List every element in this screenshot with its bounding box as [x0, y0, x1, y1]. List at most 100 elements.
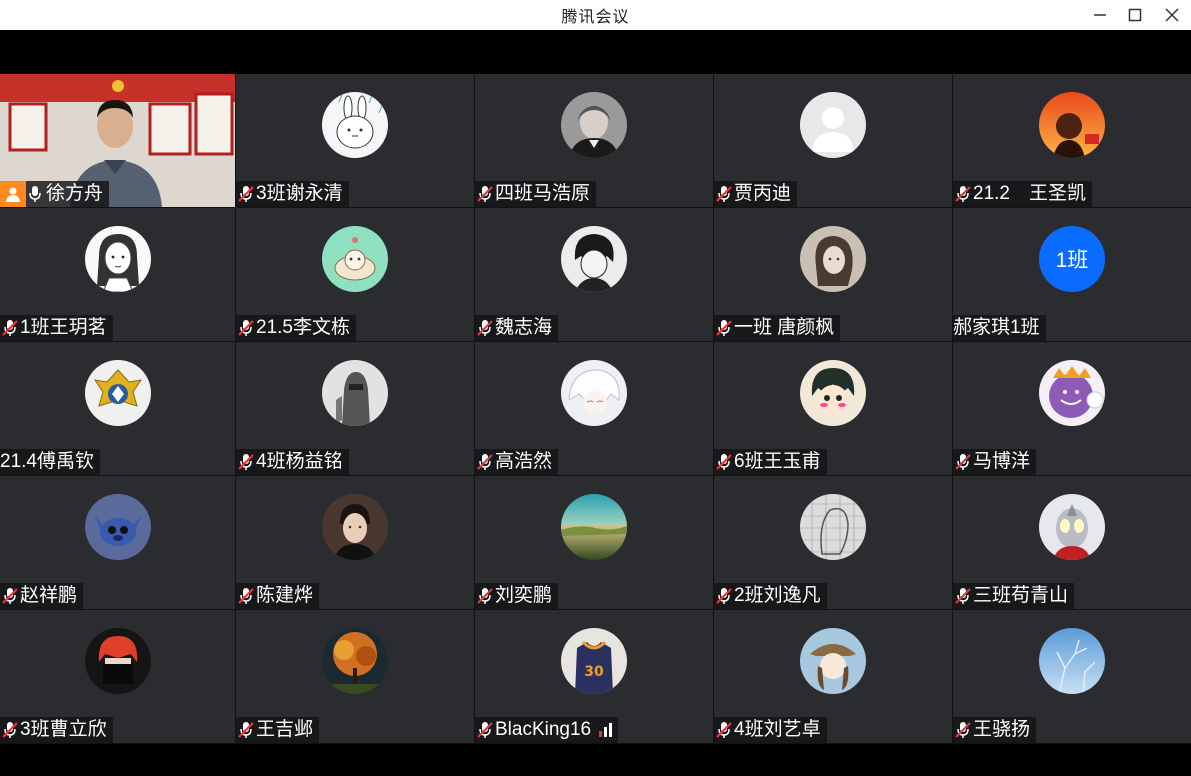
- participant-tile[interactable]: 魏志海: [475, 208, 713, 341]
- participant-name-bar: 高浩然: [475, 449, 559, 475]
- participant-name: 21.5李文栋: [256, 317, 350, 338]
- participant-tile[interactable]: 王吉邺: [236, 610, 474, 743]
- participant-tile[interactable]: 刘奕鹏: [475, 476, 713, 609]
- sky-tree-avatar: [1039, 628, 1105, 694]
- participant-tile[interactable]: 高浩然: [475, 342, 713, 475]
- blushing-anime-avatar: [800, 360, 866, 426]
- participant-tile[interactable]: 三班苟青山: [953, 476, 1191, 609]
- microphone-icon: [28, 185, 44, 203]
- sketch-girl-avatar: [84, 226, 151, 292]
- participant-tile[interactable]: 4班杨益铭: [236, 342, 474, 475]
- participant-name: 一班 唐颜枫: [734, 317, 835, 338]
- microphone-muted-icon: [955, 721, 971, 739]
- participant-name-bar: 3班曹立欣: [0, 717, 113, 743]
- participant-avatar: [1039, 92, 1105, 158]
- participant-name-bar: 贾丙迪: [714, 181, 798, 207]
- participant-tile[interactable]: 一班 唐颜枫: [714, 208, 952, 341]
- microphone-muted-icon: [2, 587, 18, 605]
- emblem-avatar: [84, 360, 151, 426]
- participant-tile[interactable]: 3班曹立欣: [0, 610, 235, 743]
- participant-name-bar: 马博洋: [953, 449, 1037, 475]
- microphone-muted-icon: [716, 320, 732, 336]
- hat-girl-avatar: [800, 628, 866, 694]
- purple-monster-avatar: [1039, 360, 1105, 426]
- maximize-button[interactable]: [1117, 0, 1153, 30]
- participant-tile[interactable]: 21.4傅禹钦: [0, 342, 235, 475]
- participant-avatar: [1039, 360, 1105, 426]
- portrait-photo-avatar: [561, 92, 627, 158]
- participant-tile[interactable]: 30 BlacKing16: [475, 610, 713, 743]
- microphone-muted-icon: [955, 588, 971, 604]
- participant-tile[interactable]: 4班刘艺卓: [714, 610, 952, 743]
- participant-name: 21.2 王圣凯: [973, 183, 1086, 204]
- participant-tile[interactable]: 徐方舟: [0, 74, 235, 207]
- microphone-muted-icon: [716, 319, 732, 337]
- participant-avatar: [561, 494, 627, 560]
- participant-avatar: [322, 360, 388, 426]
- participant-name: 2班刘逸凡: [734, 585, 821, 606]
- microphone-muted-icon: [238, 319, 254, 337]
- microphone-muted-icon: [955, 454, 971, 470]
- microphone-muted-icon: [716, 587, 732, 605]
- jersey-30-avatar: 30: [561, 628, 627, 694]
- participant-avatar: [84, 360, 151, 426]
- microphone-muted-icon: [955, 587, 971, 605]
- participant-tile[interactable]: 赵祥鹏: [0, 476, 235, 609]
- participant-name: 贾丙迪: [734, 183, 792, 204]
- microphone-muted-icon: [238, 186, 254, 202]
- microphone-muted-icon: [477, 721, 493, 739]
- microphone-muted-icon: [2, 722, 18, 738]
- participant-name: 刘奕鹏: [495, 585, 553, 606]
- participant-tile[interactable]: 1班王玥茗: [0, 208, 235, 341]
- participant-avatar: [322, 628, 388, 694]
- participant-tile[interactable]: 四班马浩原: [475, 74, 713, 207]
- participant-tile[interactable]: 21.5李文栋: [236, 208, 474, 341]
- participant-name: 6班王玉甫: [734, 451, 821, 472]
- participant-tile[interactable]: 6班王玉甫: [714, 342, 952, 475]
- participant-name-bar: 王骁扬: [953, 717, 1037, 743]
- microphone-muted-icon: [238, 721, 254, 739]
- participant-tile[interactable]: 王骁扬: [953, 610, 1191, 743]
- microphone-muted-icon: [477, 186, 493, 202]
- participant-name-bar: 21.5李文栋: [236, 315, 356, 341]
- microphone-muted-icon: [238, 722, 254, 738]
- participant-tile[interactable]: 21.2 王圣凯: [953, 74, 1191, 207]
- participant-name-bar: 四班马浩原: [475, 181, 597, 207]
- close-button[interactable]: [1154, 0, 1190, 30]
- microphone-muted-icon: [477, 587, 493, 605]
- participant-name-bar: 1班王玥茗: [0, 315, 113, 341]
- participant-name-bar: 三班苟青山: [953, 583, 1075, 609]
- participant-tile[interactable]: 贾丙迪: [714, 74, 952, 207]
- default-person-avatar: [800, 92, 866, 158]
- participant-name: 4班杨益铭: [256, 451, 343, 472]
- minimize-button[interactable]: [1082, 0, 1118, 30]
- participant-avatar: [800, 92, 866, 158]
- participant-name-bar: 3班谢永清: [236, 181, 349, 207]
- network-signal-icon: [599, 723, 613, 737]
- microphone-muted-icon: [477, 588, 493, 604]
- participant-avatar: [800, 360, 866, 426]
- participant-name-bar: 4班刘艺卓: [714, 717, 827, 743]
- shell-cartoon-avatar: [322, 226, 388, 292]
- participant-name: 高浩然: [495, 451, 553, 472]
- microphone-muted-icon: [477, 722, 493, 738]
- participant-avatar: [322, 494, 388, 560]
- participant-tile[interactable]: 3班谢永清: [236, 74, 474, 207]
- participant-tile[interactable]: 2班刘逸凡: [714, 476, 952, 609]
- participant-tile[interactable]: 马博洋: [953, 342, 1191, 475]
- participant-name: 3班谢永清: [256, 183, 343, 204]
- participant-avatar: [1039, 494, 1105, 560]
- participant-name-bar: 王吉邺: [236, 717, 320, 743]
- participant-avatar: [84, 628, 151, 694]
- participant-name: BlacKing16: [495, 719, 592, 740]
- participant-name-bar: 4班杨益铭: [236, 449, 349, 475]
- participant-tile[interactable]: 陈建烨: [236, 476, 474, 609]
- participant-name-bar: 21.4傅禹钦: [0, 449, 100, 475]
- participant-avatar: [800, 628, 866, 694]
- participant-name-bar: 陈建烨: [236, 583, 320, 609]
- participant-avatar: [800, 226, 866, 292]
- participant-name: 3班曹立欣: [20, 719, 107, 740]
- masked-red-hair-avatar: [84, 628, 151, 694]
- title-bar: 腾讯会议: [0, 0, 1191, 30]
- participant-tile[interactable]: 1班 郝家琪1班: [953, 208, 1191, 341]
